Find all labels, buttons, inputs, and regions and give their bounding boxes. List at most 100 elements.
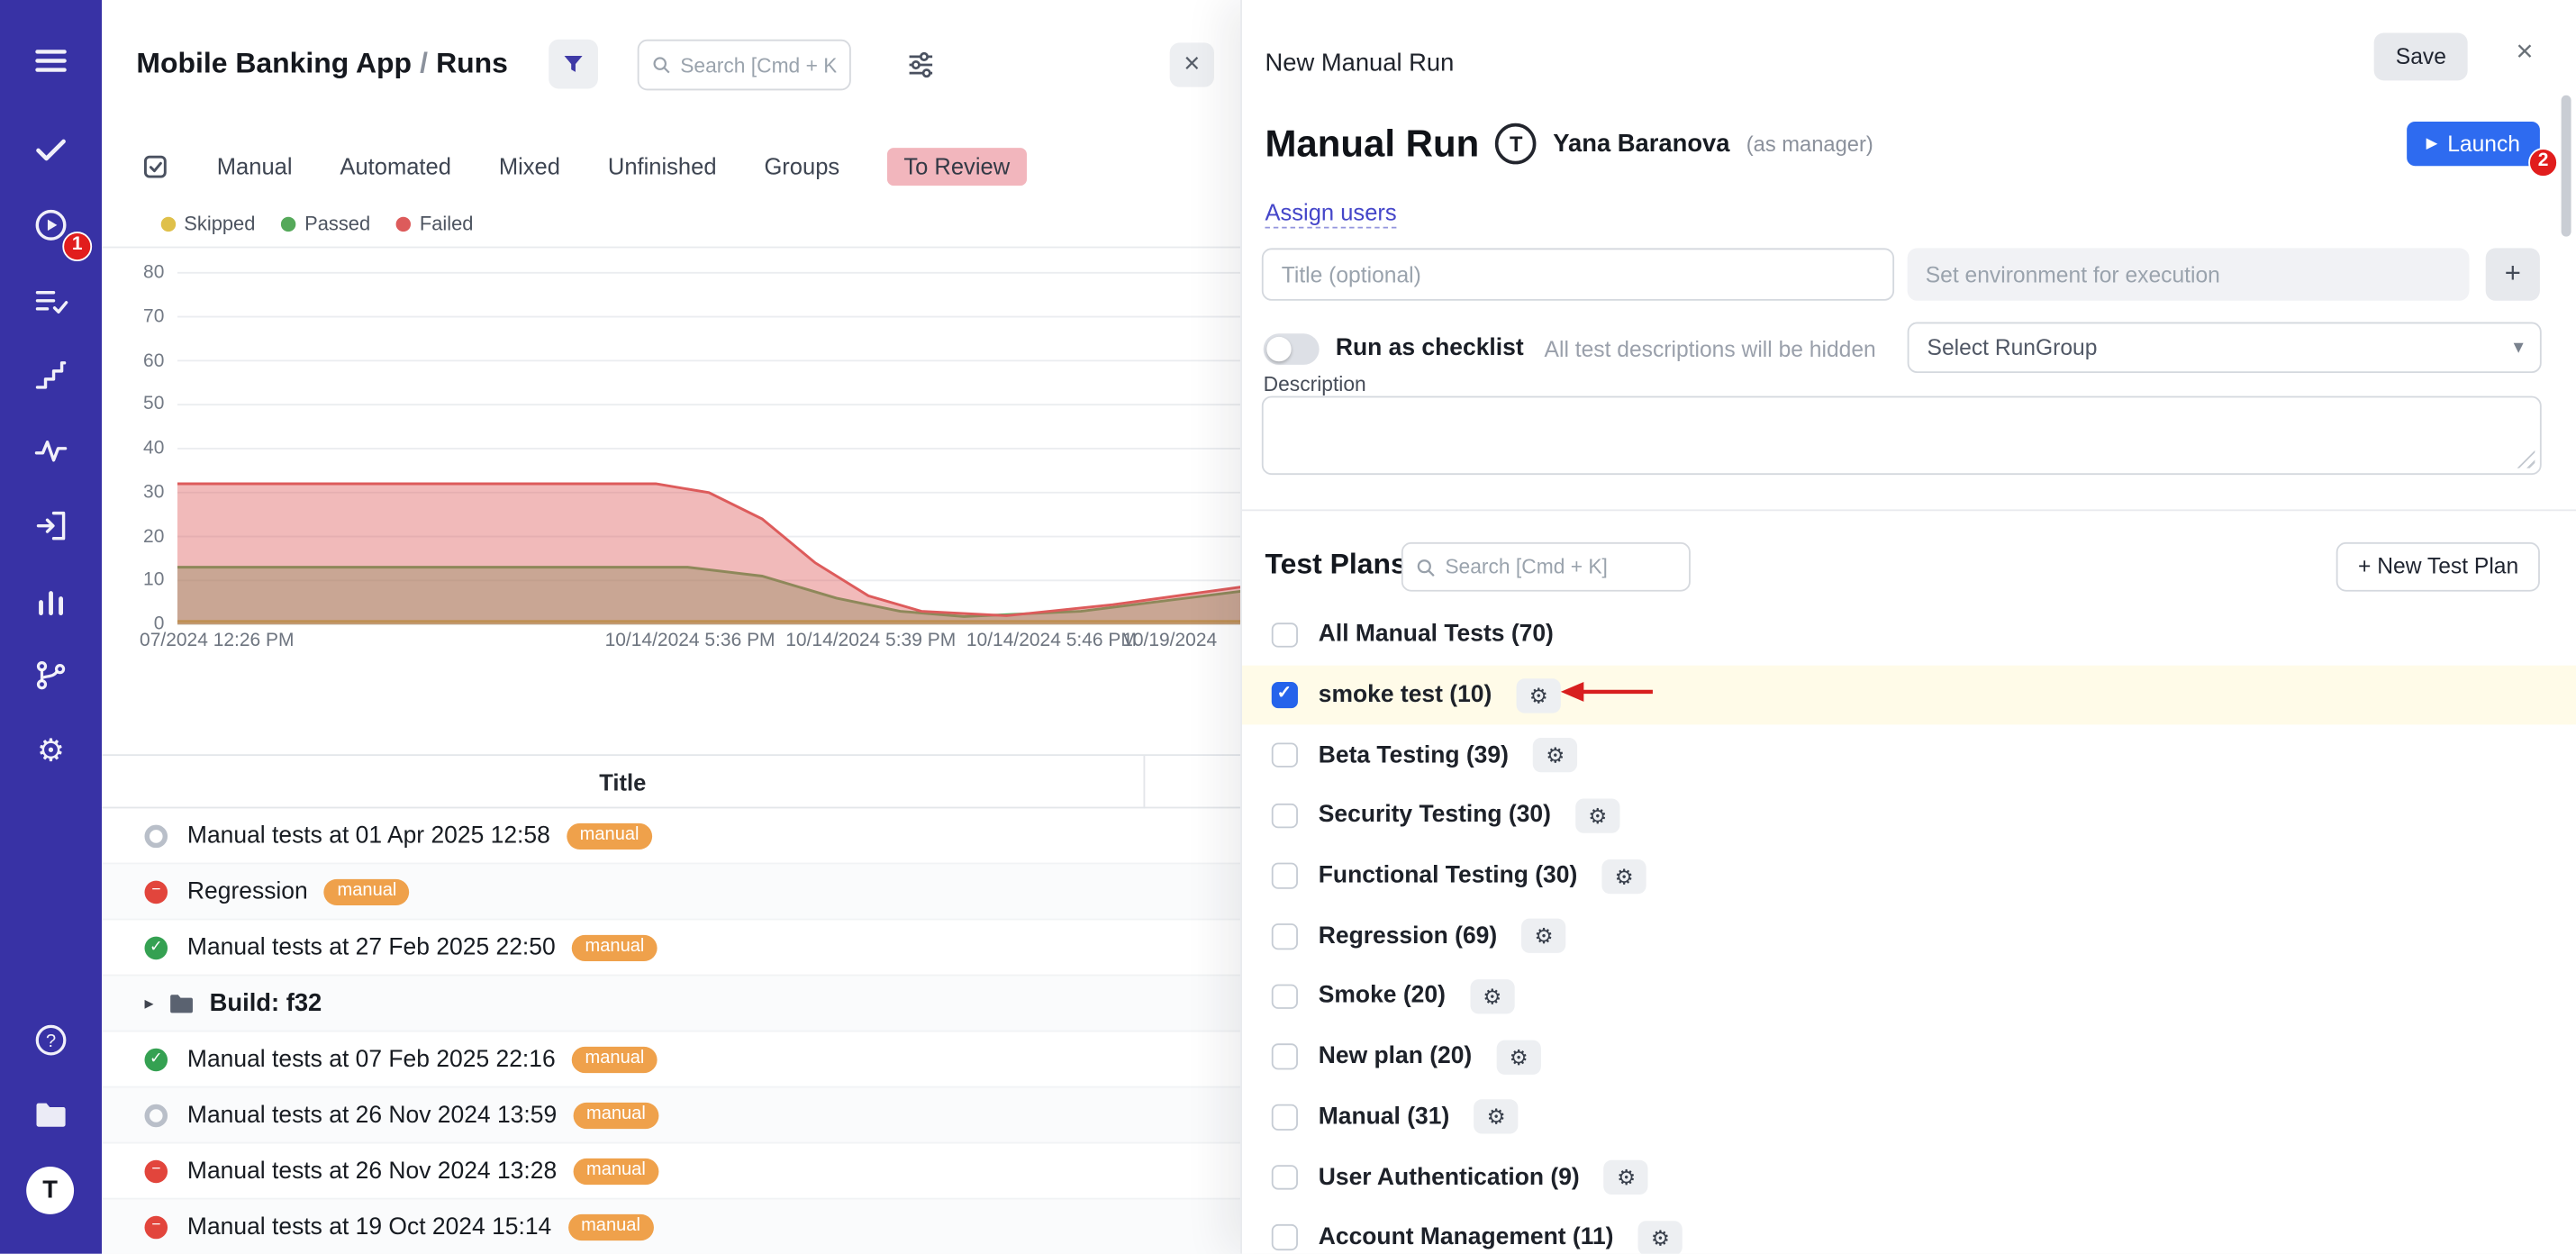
test-plan-checkbox[interactable]: [1272, 1044, 1297, 1069]
select-all-icon[interactable]: [141, 152, 169, 180]
tab-mixed[interactable]: Mixed: [499, 153, 560, 179]
plan-settings-gear-icon[interactable]: ⚙: [1522, 919, 1566, 953]
launch-button[interactable]: ▶ Launch: [2407, 122, 2540, 166]
drawer-close-icon[interactable]: ×: [2516, 36, 2533, 66]
assign-users-link[interactable]: Assign users: [1265, 199, 1396, 229]
breadcrumb-page[interactable]: Runs: [436, 46, 508, 78]
git-branch-icon[interactable]: [32, 658, 68, 694]
tab-unfinished[interactable]: Unfinished: [608, 153, 717, 179]
run-title[interactable]: Manual tests at 01 Apr 2025 12:58: [187, 822, 550, 849]
test-plan-row[interactable]: Regression (69) ⚙: [1242, 906, 2576, 967]
app-logo-avatar[interactable]: T: [26, 1167, 74, 1214]
run-title[interactable]: Manual tests at 19 Oct 2024 15:14: [187, 1213, 551, 1240]
projects-folder-icon[interactable]: [32, 1096, 68, 1132]
group-title[interactable]: Build: f32: [210, 989, 322, 1017]
test-plan-label[interactable]: Regression (69): [1319, 923, 1497, 950]
test-plan-label[interactable]: Beta Testing (39): [1319, 742, 1509, 768]
test-plan-row[interactable]: Security Testing (30) ⚙: [1242, 786, 2576, 846]
run-row[interactable]: ✓Manual tests at 07 Feb 2025 22:16manual: [102, 1031, 1240, 1087]
test-plan-checkbox[interactable]: [1272, 1104, 1297, 1130]
test-plan-row[interactable]: New plan (20) ⚙: [1242, 1027, 2576, 1087]
test-plan-label[interactable]: User Authentication (9): [1319, 1164, 1580, 1190]
test-plan-checkbox[interactable]: [1272, 1165, 1297, 1190]
test-plan-checkbox[interactable]: [1272, 742, 1297, 768]
test-plan-row[interactable]: User Authentication (9) ⚙: [1242, 1147, 2576, 1207]
test-plans-search[interactable]: [1401, 542, 1691, 592]
run-title[interactable]: Regression: [187, 878, 308, 904]
new-test-plan-button[interactable]: + New Test Plan: [2336, 542, 2540, 592]
test-plan-checkbox[interactable]: [1272, 803, 1297, 828]
plan-settings-gear-icon[interactable]: ⚙: [1575, 798, 1619, 832]
run-row[interactable]: ✓Manual tests at 27 Feb 2025 22:50manual: [102, 920, 1240, 976]
pulse-icon[interactable]: [32, 432, 68, 468]
run-title[interactable]: Manual tests at 07 Feb 2025 22:16: [187, 1046, 556, 1072]
plan-settings-gear-icon[interactable]: ⚙: [1604, 1160, 1648, 1195]
save-button[interactable]: Save: [2374, 32, 2468, 80]
test-plan-label[interactable]: Smoke (20): [1319, 984, 1446, 1010]
runs-search-input[interactable]: [680, 53, 836, 77]
run-title-input[interactable]: [1262, 248, 1894, 300]
run-title[interactable]: Manual tests at 26 Nov 2024 13:59: [187, 1102, 557, 1128]
rungroup-select[interactable]: Select RunGroup ▾: [1908, 323, 2542, 374]
description-textarea[interactable]: [1262, 396, 2542, 476]
run-row[interactable]: Manual tests at 01 Apr 2025 12:58manual: [102, 808, 1240, 864]
menu-icon[interactable]: [32, 42, 68, 78]
run-as-checklist-toggle[interactable]: [1264, 333, 1320, 365]
breadcrumb-project[interactable]: Mobile Banking App: [136, 46, 412, 78]
test-plan-label[interactable]: Functional Testing (30): [1319, 863, 1578, 889]
test-plan-checkbox[interactable]: [1272, 622, 1297, 648]
settings-gear-icon[interactable]: ⚙: [32, 734, 68, 770]
test-plan-label[interactable]: Security Testing (30): [1319, 803, 1551, 829]
run-row[interactable]: −Regressionmanual: [102, 864, 1240, 920]
tab-manual[interactable]: Manual: [217, 153, 293, 179]
scrollbar-thumb[interactable]: [2562, 95, 2571, 237]
panel-close-button[interactable]: ×: [1170, 42, 1214, 86]
test-plan-row[interactable]: Functional Testing (30) ⚙: [1242, 846, 2576, 906]
runs-search[interactable]: [638, 40, 851, 91]
test-plan-label[interactable]: All Manual Tests (70): [1319, 622, 1554, 648]
test-plan-checkbox[interactable]: [1272, 863, 1297, 888]
test-plan-label[interactable]: New plan (20): [1319, 1044, 1472, 1070]
test-plan-checkbox[interactable]: [1272, 1225, 1297, 1250]
plan-settings-gear-icon[interactable]: ⚙: [1474, 1100, 1519, 1134]
title-column-header[interactable]: Title: [102, 756, 1145, 808]
tab-to-review[interactable]: To Review: [887, 147, 1026, 185]
run-group-row[interactable]: ▸ Build: f32: [102, 976, 1240, 1031]
filter-button[interactable]: [549, 40, 598, 89]
test-plans-search-input[interactable]: [1445, 556, 1675, 579]
run-title[interactable]: Manual tests at 26 Nov 2024 13:28: [187, 1158, 557, 1184]
plan-settings-gear-icon[interactable]: ⚙: [1497, 1040, 1541, 1074]
tests-check-icon[interactable]: [32, 132, 68, 168]
add-environment-button[interactable]: +: [2486, 248, 2540, 300]
test-plan-checkbox[interactable]: ✓: [1272, 682, 1297, 707]
tab-automated[interactable]: Automated: [340, 153, 451, 179]
test-plan-row[interactable]: Manual (31)⚙: [1242, 1087, 2576, 1148]
run-row[interactable]: −Manual tests at 19 Oct 2024 15:14manual: [102, 1200, 1240, 1254]
test-plan-row[interactable]: Account Management (11) ⚙: [1242, 1207, 2576, 1253]
run-tasks-icon[interactable]: [32, 283, 68, 319]
run-row[interactable]: −Manual tests at 26 Nov 2024 13:28manual: [102, 1144, 1240, 1200]
plan-settings-gear-icon[interactable]: ⚙: [1638, 1221, 1683, 1254]
plan-settings-gear-icon[interactable]: ⚙: [1533, 738, 1577, 772]
test-plan-checkbox[interactable]: [1272, 923, 1297, 949]
test-plan-label[interactable]: Account Management (11): [1319, 1224, 1614, 1250]
runs-play-icon[interactable]: [32, 207, 68, 243]
analytics-bars-icon[interactable]: [32, 584, 68, 620]
plan-settings-gear-icon[interactable]: ⚙: [1602, 859, 1646, 893]
run-row[interactable]: Manual tests at 26 Nov 2024 13:59manual: [102, 1087, 1240, 1143]
expand-caret-icon[interactable]: ▸: [145, 993, 154, 1014]
manager-avatar[interactable]: T: [1495, 123, 1537, 164]
environment-input[interactable]: [1908, 248, 2470, 300]
test-plan-checkbox[interactable]: [1272, 984, 1297, 1009]
run-title[interactable]: Manual tests at 27 Feb 2025 22:50: [187, 934, 556, 960]
steps-icon[interactable]: [32, 357, 68, 393]
tab-groups[interactable]: Groups: [764, 153, 839, 179]
filter-settings-icon[interactable]: [905, 50, 937, 81]
test-plan-row[interactable]: Beta Testing (39) ⚙: [1242, 725, 2576, 786]
test-plan-row[interactable]: ✓smoke test (10)⚙: [1242, 665, 2576, 725]
test-plan-label[interactable]: smoke test (10): [1319, 682, 1492, 708]
plan-settings-gear-icon[interactable]: ⚙: [1470, 979, 1514, 1013]
help-icon[interactable]: ?: [32, 1022, 68, 1059]
test-plan-row[interactable]: All Manual Tests (70): [1242, 604, 2576, 665]
test-plan-row[interactable]: Smoke (20) ⚙: [1242, 967, 2576, 1027]
